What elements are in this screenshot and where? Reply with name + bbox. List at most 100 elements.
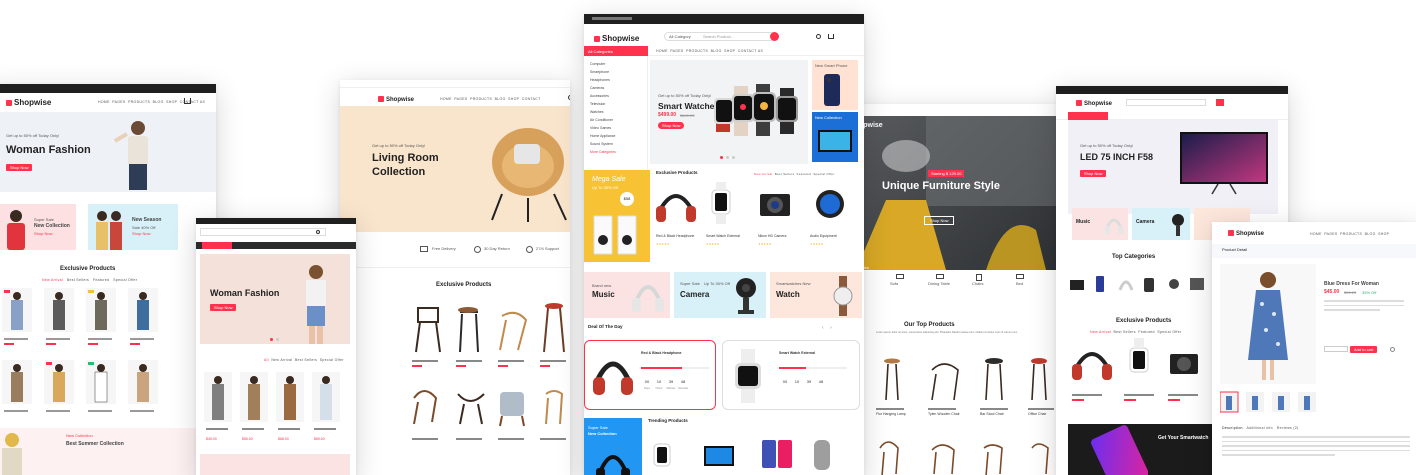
category-item[interactable]: Computer bbox=[590, 60, 616, 68]
category-list[interactable]: Computer Smartphone Headphones Cameras A… bbox=[590, 60, 616, 156]
banner-camera[interactable]: Super Sale Up To 30% Off Camera bbox=[674, 272, 766, 318]
logo[interactable]: Shopwise bbox=[1228, 230, 1264, 237]
cart-icon[interactable] bbox=[828, 34, 834, 39]
main-nav[interactable] bbox=[1056, 112, 1288, 120]
category-item[interactable]: Smartphone bbox=[590, 68, 616, 76]
search-bar[interactable] bbox=[200, 228, 326, 236]
main-nav[interactable]: HOME PAGES PRODUCTS BLOG SHOP CONTACT bbox=[440, 97, 541, 101]
hero-shop-button[interactable]: Shop Now bbox=[6, 164, 33, 171]
hero-shop-button[interactable]: Shop Now bbox=[1080, 170, 1107, 177]
category-item[interactable]: Accessories bbox=[590, 92, 616, 100]
tab[interactable]: Best Sellers bbox=[67, 278, 89, 282]
tab[interactable]: Description bbox=[1222, 426, 1243, 430]
tab[interactable]: New Arrival bbox=[271, 358, 292, 362]
category-menu[interactable] bbox=[202, 242, 232, 249]
side-banner-2[interactable]: New Collection bbox=[812, 112, 858, 162]
category-menu[interactable] bbox=[1068, 112, 1108, 120]
table-icon[interactable] bbox=[936, 274, 944, 279]
sale-banner[interactable]: Mega Sale Up To 35% Off $58 bbox=[584, 170, 650, 262]
product-name[interactable]: Tylen Wooden Chair bbox=[928, 412, 960, 416]
product-name[interactable]: Nikon HD Camera bbox=[758, 234, 786, 238]
side-banner-1[interactable]: New Smart Phone bbox=[812, 60, 858, 110]
category-item[interactable]: Video Games bbox=[590, 124, 616, 132]
category-item[interactable]: Headphones bbox=[590, 76, 616, 84]
tab[interactable]: Best Sellers bbox=[775, 172, 795, 176]
deal-card[interactable]: Smart Watch External 00 10 39 48 bbox=[722, 340, 860, 410]
product-tabs[interactable]: New Arrival Best Sellers Featured Specia… bbox=[42, 278, 137, 282]
tab[interactable]: Featured bbox=[93, 278, 109, 282]
bed-icon[interactable] bbox=[1016, 274, 1024, 279]
logo[interactable]: Shopwise bbox=[6, 98, 51, 107]
search-bar[interactable] bbox=[1126, 99, 1206, 106]
tab[interactable]: Special Offer bbox=[113, 278, 137, 282]
product-tabs[interactable]: Description Additional info Reviews (2) bbox=[1222, 426, 1299, 430]
hero-shop-button[interactable]: Shop Now bbox=[210, 304, 237, 311]
tab[interactable]: New Arrival bbox=[754, 172, 772, 176]
add-to-cart-button[interactable]: Add to cart bbox=[1350, 346, 1378, 353]
hero-shop-button[interactable]: Shop Now bbox=[658, 122, 685, 129]
quantity-stepper[interactable] bbox=[1324, 346, 1348, 352]
deal-card[interactable]: Red & Black Headphone 00 10 39 48 Days Hours… bbox=[584, 340, 716, 410]
main-nav[interactable]: HOME PAGES PRODUCTS BLOG SHOP bbox=[1310, 232, 1389, 236]
tab[interactable]: Special Offer bbox=[320, 358, 344, 362]
cart-icon[interactable] bbox=[184, 98, 191, 104]
trending-banner[interactable]: Super Sale New Collection bbox=[584, 418, 642, 475]
product-name[interactable]: Red & Black Headphone bbox=[656, 234, 694, 238]
heart-icon[interactable] bbox=[816, 34, 821, 39]
sofa-icon[interactable] bbox=[896, 274, 904, 279]
logo[interactable]: Shopwise bbox=[1076, 100, 1112, 107]
category-item[interactable]: Air Conditioner bbox=[590, 116, 616, 124]
product-grid[interactable] bbox=[398, 298, 568, 475]
category-item[interactable]: More Categories bbox=[590, 148, 616, 156]
main-nav[interactable] bbox=[196, 242, 356, 249]
top-bar-links[interactable] bbox=[592, 17, 632, 20]
tab[interactable]: Featured bbox=[797, 172, 811, 176]
slider-dot[interactable] bbox=[726, 156, 729, 159]
chair-icon[interactable] bbox=[976, 274, 982, 281]
product-grid[interactable] bbox=[0, 288, 170, 418]
slider-dot[interactable] bbox=[720, 156, 723, 159]
hero-shop-button[interactable]: Shop Now bbox=[924, 216, 955, 225]
chevron-right-icon[interactable]: › bbox=[830, 325, 832, 331]
deal-product-name[interactable]: Red & Black Headphone bbox=[641, 351, 681, 355]
category-item[interactable]: Cameras bbox=[590, 84, 616, 92]
slider-dot[interactable] bbox=[270, 338, 273, 341]
search-input[interactable]: Search Product... bbox=[703, 34, 734, 40]
banner-music[interactable]: Music bbox=[1072, 208, 1128, 240]
tab[interactable]: New Arrival bbox=[1090, 330, 1111, 334]
deal-product-name[interactable]: Smart Watch External bbox=[779, 351, 815, 355]
banner-link[interactable]: Shop Now bbox=[132, 231, 150, 237]
tab[interactable]: Additional info bbox=[1246, 426, 1273, 430]
product-grid[interactable] bbox=[654, 182, 862, 230]
search-button[interactable] bbox=[1216, 99, 1224, 106]
tab[interactable]: All bbox=[264, 358, 269, 362]
product-tabs[interactable]: All New Arrival Best Sellers Special Off… bbox=[264, 358, 344, 362]
tab[interactable]: Best Sellers bbox=[1114, 330, 1136, 334]
logo[interactable]: Shopwise bbox=[378, 96, 414, 103]
slider-dot[interactable] bbox=[732, 156, 735, 159]
category-item[interactable]: Sound System bbox=[590, 140, 616, 148]
nav-links[interactable]: HOME PAGES PRODUCTS BLOG SHOP CONTACT US bbox=[656, 49, 763, 53]
tab[interactable]: Best Sellers bbox=[295, 358, 317, 362]
tab[interactable]: Reviews (2) bbox=[1277, 426, 1299, 430]
promo-banner-right[interactable]: New Season Sale 40% Off Shop Now bbox=[88, 204, 178, 250]
product-name[interactable]: Bar Stool Chair bbox=[980, 412, 1004, 416]
search-icon[interactable] bbox=[316, 230, 320, 234]
product-tabs[interactable]: New Arrival Best Sellers Featured Specia… bbox=[754, 172, 835, 176]
search-button[interactable] bbox=[770, 32, 779, 41]
logo[interactable]: Shopwise bbox=[594, 34, 639, 43]
chevron-left-icon[interactable]: ‹ bbox=[822, 325, 824, 331]
main-nav[interactable]: All Categories HOME PAGES PRODUCTS BLOG … bbox=[584, 46, 864, 56]
heart-icon[interactable] bbox=[1390, 347, 1395, 352]
tab[interactable]: New Arrival bbox=[42, 278, 63, 282]
banner-link[interactable]: Shop Now bbox=[34, 231, 52, 237]
trending-grid[interactable] bbox=[648, 432, 862, 475]
product-tabs[interactable]: New Arrival Best Sellers Featured Specia… bbox=[1090, 330, 1181, 334]
tab[interactable]: Special Offer bbox=[1157, 330, 1181, 334]
banner-music[interactable]: Brand new Music bbox=[584, 272, 670, 318]
tab[interactable]: Featured bbox=[1138, 330, 1154, 334]
all-categories-button[interactable]: All Categories bbox=[584, 46, 648, 56]
category-item[interactable]: Home Appliance bbox=[590, 132, 616, 140]
product-gallery[interactable] bbox=[1220, 264, 1316, 414]
promo-banner[interactable] bbox=[200, 454, 350, 475]
